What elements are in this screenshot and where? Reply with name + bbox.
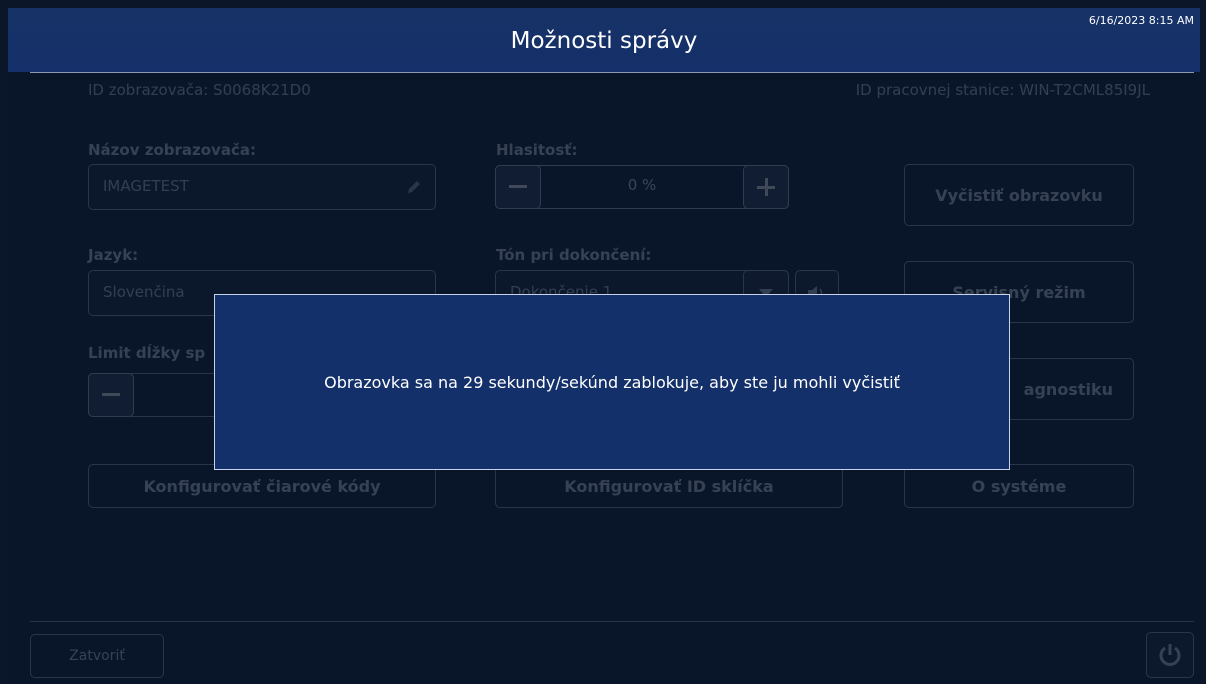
viewer-name-label: Názov zobrazovača: xyxy=(88,141,256,159)
completion-tone-label: Tón pri dokončení: xyxy=(496,246,652,264)
volume-stepper: 0 % xyxy=(495,165,789,209)
screen-lock-dialog: Obrazovka sa na 29 sekundy/sekúnd zablok… xyxy=(214,294,1010,470)
screen-lock-message: Obrazovka sa na 29 sekundy/sekúnd zablok… xyxy=(324,373,900,392)
length-limit-decrease-button[interactable] xyxy=(88,373,134,417)
language-value: Slovenčina xyxy=(103,283,185,301)
viewer-name-field[interactable]: IMAGETEST xyxy=(88,164,436,210)
workstation-id: ID pracovnej stanice: WIN-T2CML85I9JL xyxy=(855,81,1150,99)
length-limit-label: Limit dĺžky sp xyxy=(88,344,206,362)
viewer-id: ID zobrazovača: S0068K21D0 xyxy=(88,81,311,99)
admin-options-window: Možnosti správy 6/16/2023 8:15 AM ID zob… xyxy=(8,8,1200,684)
length-limit-stepper xyxy=(88,373,218,417)
volume-increase-button[interactable] xyxy=(743,165,789,209)
close-button[interactable]: Zatvoriť xyxy=(30,634,164,678)
edit-pencil-icon[interactable] xyxy=(392,164,436,210)
configure-slide-id-button[interactable]: Konfigurovať ID sklíčka xyxy=(495,464,843,508)
volume-label: Hlasitosť: xyxy=(496,141,578,159)
clear-screen-button[interactable]: Vyčistiť obrazovku xyxy=(904,164,1134,226)
configure-barcodes-button[interactable]: Konfigurovať čiarové kódy xyxy=(88,464,436,508)
footer-divider xyxy=(30,621,1194,622)
language-label: Jazyk: xyxy=(88,246,139,264)
viewer-name-value: IMAGETEST xyxy=(103,177,189,195)
power-icon[interactable] xyxy=(1146,632,1194,678)
about-button[interactable]: O systéme xyxy=(904,464,1134,508)
